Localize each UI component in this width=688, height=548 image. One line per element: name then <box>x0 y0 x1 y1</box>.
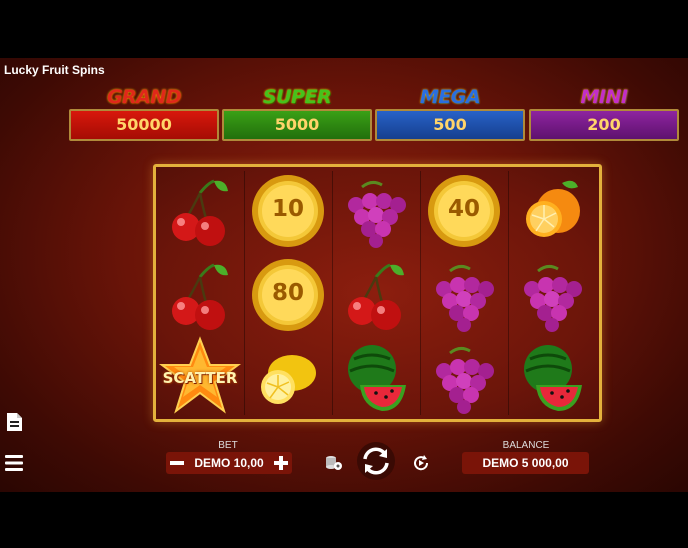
bet-value: DEMO 10,00 <box>194 456 264 470</box>
watermelon-icon <box>332 335 420 419</box>
coin-value: 80 <box>271 280 304 306</box>
autoplay-button[interactable] <box>412 454 430 477</box>
balance-value: DEMO 5 000,00 <box>482 456 569 470</box>
watermelon-icon <box>508 335 596 419</box>
cherry-icon <box>332 253 420 337</box>
increase-bet-button[interactable] <box>273 455 289 476</box>
balance-label: BALANCE <box>502 440 550 451</box>
jackpot-mini: MINI 200 <box>529 86 679 142</box>
grapes-icon <box>508 253 596 337</box>
scatter-icon: SCATTER <box>156 335 244 419</box>
auto-settings-button[interactable] <box>325 455 343 476</box>
coin-icon: 80 <box>244 253 332 337</box>
jackpot-mini-value: 200 <box>529 109 679 141</box>
scatter-label: SCATTER <box>162 369 238 387</box>
autoplay-icon <box>414 455 429 471</box>
lemon-icon <box>244 335 332 419</box>
jackpot-mega-label: MEGA <box>419 86 481 108</box>
jackpot-super-value: 5000 <box>222 109 372 141</box>
coin-value: 40 <box>447 196 480 222</box>
reel-grid: 10 40 80 SCATTER <box>153 164 602 422</box>
jackpot-grand: GRAND 50000 <box>69 86 219 142</box>
coin-icon: 40 <box>420 169 508 253</box>
jackpot-grand-label: GRAND <box>106 86 182 108</box>
coin-icon: 10 <box>244 169 332 253</box>
jackpot-super: SUPER 5000 <box>222 86 372 142</box>
paytable-icon[interactable] <box>4 412 24 432</box>
grapes-icon <box>332 169 420 253</box>
spin-icon <box>357 442 395 480</box>
jackpot-super-label: SUPER <box>262 86 332 108</box>
bet-label: BET <box>218 440 238 451</box>
jackpot-grand-value: 50000 <box>69 109 219 141</box>
coins-gear-icon <box>326 456 342 470</box>
cherry-icon <box>156 169 244 253</box>
coin-value: 10 <box>271 196 304 222</box>
app-title: Lucky Fruit Spins <box>4 63 105 77</box>
orange-icon <box>508 169 596 253</box>
menu-icon[interactable] <box>4 453 24 473</box>
grapes-icon <box>420 253 508 337</box>
balance-display: DEMO 5 000,00 <box>462 452 589 474</box>
jackpot-mega: MEGA 500 <box>375 86 525 142</box>
spin-button[interactable] <box>356 441 396 486</box>
jackpot-mini-label: MINI <box>580 86 628 108</box>
grapes-icon <box>420 335 508 419</box>
cherry-icon <box>156 253 244 337</box>
decrease-bet-button[interactable] <box>169 456 185 475</box>
minus-icon <box>170 461 184 465</box>
jackpot-mega-value: 500 <box>375 109 525 141</box>
plus-icon <box>274 456 288 470</box>
